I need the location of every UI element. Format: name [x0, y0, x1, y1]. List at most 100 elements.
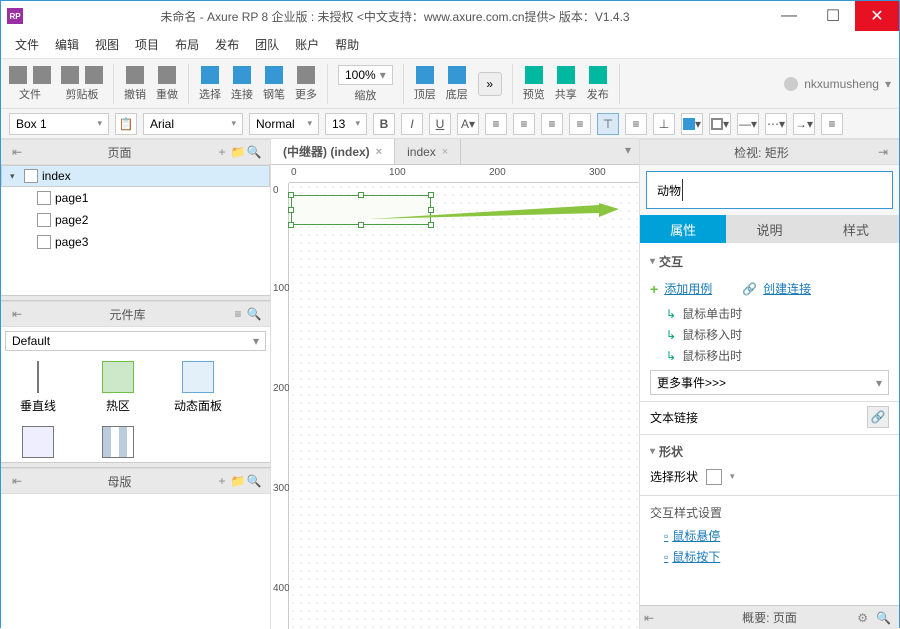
collapse-icon[interactable]: ⇤	[9, 473, 25, 489]
font-select[interactable]: Arial▾	[143, 113, 243, 135]
event-mouseleave[interactable]: ↳鼠标移出时	[650, 345, 889, 366]
font-size-select[interactable]: 13▾	[325, 113, 367, 135]
menu-publish[interactable]: 发布	[209, 34, 245, 55]
tool-zoom[interactable]: 100%▾ 缩放	[338, 65, 393, 103]
tool-publish[interactable]: 发布	[587, 66, 609, 102]
event-mouseenter[interactable]: ↳鼠标移入时	[650, 324, 889, 345]
tree-child[interactable]: page3	[1, 231, 270, 253]
section-shape[interactable]: ▾形状	[650, 439, 889, 464]
tool-preview[interactable]: 预览	[523, 66, 545, 102]
widget-style-select[interactable]: Box 1▾	[9, 113, 109, 135]
tab-index[interactable]: index×	[395, 139, 461, 164]
tool-pen[interactable]: 钢笔	[263, 66, 285, 102]
add-folder-icon[interactable]: 📁	[230, 473, 246, 489]
tool-undo[interactable]: 撤销	[124, 66, 146, 102]
pages-panel-header: ⇤ 页面 + 📁 🔍	[1, 139, 270, 165]
line-style-button[interactable]: ⋯▾	[765, 113, 787, 135]
align-right-button[interactable]: ≡	[569, 113, 591, 135]
textlink-button[interactable]: 🔗	[867, 406, 889, 428]
fill-color-button[interactable]: ▾	[681, 113, 703, 135]
tab-style[interactable]: 样式	[813, 215, 899, 243]
search-icon[interactable]: 🔍	[876, 611, 891, 625]
add-case-link[interactable]: +添加用例	[650, 278, 712, 299]
align-left-button[interactable]: ≡	[513, 113, 535, 135]
menu-layout[interactable]: 布局	[169, 34, 205, 55]
collapse-icon[interactable]: ⇤	[9, 306, 25, 322]
italic-button[interactable]: I	[401, 113, 423, 135]
search-icon[interactable]: 🔍	[246, 473, 262, 489]
widget-name-input[interactable]: 动物	[646, 171, 893, 209]
add-master-icon[interactable]: +	[214, 473, 230, 489]
tree-child[interactable]: page1	[1, 187, 270, 209]
lib-vline[interactable]: 垂直线	[13, 361, 63, 414]
tab-properties[interactable]: 属性	[640, 215, 726, 243]
hover-style-link[interactable]: ▫鼠标悬停	[650, 525, 889, 546]
section-interactions[interactable]: ▾交互	[650, 249, 889, 274]
tab-notes[interactable]: 说明	[726, 215, 812, 243]
menu-file[interactable]: 文件	[9, 34, 45, 55]
add-folder-icon[interactable]: 📁	[230, 144, 246, 160]
tool-select[interactable]: 选择	[199, 66, 221, 102]
menu-project[interactable]: 项目	[129, 34, 165, 55]
tool-bottom[interactable]: 底层	[446, 66, 468, 102]
tool-share[interactable]: 共享	[555, 66, 577, 102]
mousedown-style-link[interactable]: ▫鼠标按下	[650, 546, 889, 567]
tab-repeater-index[interactable]: (中继器) (index)×	[271, 139, 395, 164]
line-width-button[interactable]: —▾	[737, 113, 759, 135]
lib-dynamic-panel[interactable]: 动态面板	[173, 361, 223, 414]
lib-repeater[interactable]: 中继器	[93, 426, 143, 462]
menu-icon[interactable]: ≡	[230, 306, 246, 322]
valign-top-button[interactable]: ⊤	[597, 113, 619, 135]
tree-child[interactable]: page2	[1, 209, 270, 231]
menu-account[interactable]: 账户	[289, 34, 325, 55]
bullets-button[interactable]: ≡	[485, 113, 507, 135]
tree-root[interactable]: ▾index	[1, 165, 270, 187]
canvas[interactable]	[289, 183, 639, 629]
tool-more[interactable]: 更多	[295, 66, 317, 102]
create-link-link[interactable]: 🔗创建连接	[742, 278, 811, 299]
library-select[interactable]: Default▾	[5, 331, 266, 351]
tool-redo[interactable]: 重做	[156, 66, 178, 102]
more-style-button[interactable]: ≡	[821, 113, 843, 135]
collapse-icon[interactable]: ⇤	[9, 144, 25, 160]
text-cursor	[682, 179, 683, 201]
valign-bot-button[interactable]: ⊥	[653, 113, 675, 135]
lib-iframe[interactable]: 内联框架	[13, 426, 63, 462]
arrow-button[interactable]: →▾	[793, 113, 815, 135]
copy-style-button[interactable]: 📋	[115, 113, 137, 135]
user-menu[interactable]: nkxumusheng ▾	[784, 77, 891, 91]
lib-hotspot[interactable]: 热区	[93, 361, 143, 414]
plus-icon: +	[650, 281, 658, 297]
close-icon[interactable]: ×	[442, 146, 448, 158]
underline-button[interactable]: U	[429, 113, 451, 135]
tool-top[interactable]: 顶层	[414, 66, 436, 102]
search-icon[interactable]: 🔍	[246, 306, 262, 322]
collapse-icon[interactable]: ⇥	[875, 144, 891, 160]
align-center-button[interactable]: ≡	[541, 113, 563, 135]
maximize-button[interactable]: ☐	[811, 1, 855, 31]
menu-edit[interactable]: 编辑	[49, 34, 85, 55]
close-button[interactable]: ✕	[855, 1, 899, 31]
overflow-button[interactable]: »	[478, 72, 502, 96]
collapse-icon[interactable]: ⇤	[641, 610, 657, 626]
line-color-button[interactable]: ▾	[709, 113, 731, 135]
menu-help[interactable]: 帮助	[329, 34, 365, 55]
menu-team[interactable]: 团队	[249, 34, 285, 55]
filter-icon[interactable]: ⚙	[857, 611, 868, 625]
toolgroup-file[interactable]: 文件	[9, 66, 51, 102]
search-icon[interactable]: 🔍	[246, 144, 262, 160]
more-events-select[interactable]: 更多事件>>>▾	[650, 370, 889, 395]
tabs-menu-button[interactable]: ▾	[617, 139, 639, 164]
close-icon[interactable]: ×	[376, 146, 382, 158]
tool-connect[interactable]: 连接	[231, 66, 253, 102]
menu-view[interactable]: 视图	[89, 34, 125, 55]
bold-button[interactable]: B	[373, 113, 395, 135]
add-page-icon[interactable]: +	[214, 144, 230, 160]
select-shape[interactable]: 选择形状▾	[650, 464, 889, 489]
valign-mid-button[interactable]: ≡	[625, 113, 647, 135]
minimize-button[interactable]: —	[767, 1, 811, 31]
text-color-button[interactable]: A▾	[457, 113, 479, 135]
toolgroup-clipboard[interactable]: 剪贴板	[61, 66, 103, 102]
font-weight-select[interactable]: Normal▾	[249, 113, 319, 135]
event-onclick[interactable]: ↳鼠标单击时	[650, 303, 889, 324]
